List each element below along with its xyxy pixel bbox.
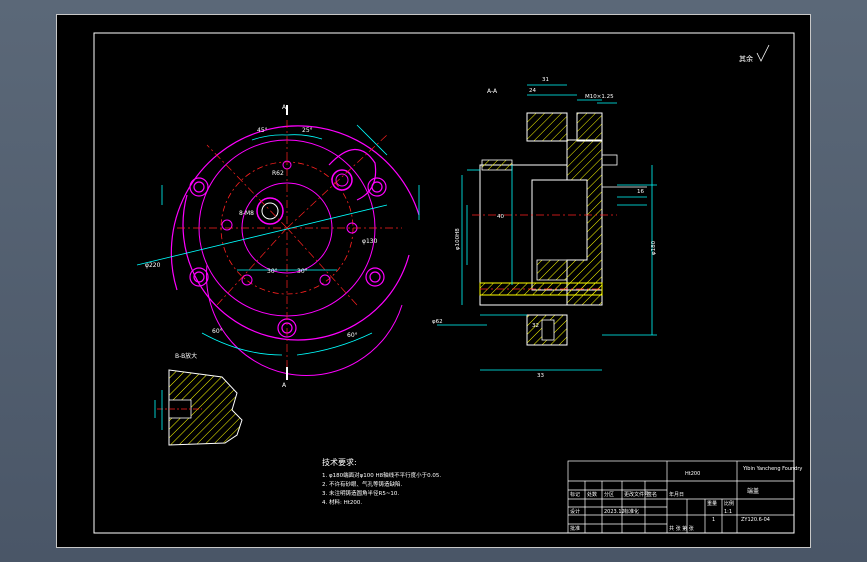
detail-view-bb: B-B放大 — [154, 352, 243, 446]
dim-phi130: φ130 — [362, 238, 378, 245]
dim-angle-60b: 60° — [347, 332, 358, 339]
tb-school: Yibin Yancheng Foundry — [742, 466, 802, 472]
tb-date: 2023.12 — [604, 509, 625, 515]
tech-req-title: 技术要求: — [322, 457, 357, 467]
tb-count: 1 — [712, 517, 715, 523]
tb-row-label-2: 处数 — [587, 491, 597, 498]
dim-m10: M10×1.25 — [585, 94, 614, 100]
tech-req-item-4: 4. 材料: Ht200. — [322, 498, 362, 506]
tech-req-item-2: 2. 不许有砂眼、气孔等铸造缺陷. — [322, 480, 402, 488]
tb-standard: 标准化 — [624, 508, 639, 515]
tb-sheet-info: 共 张 第 张 — [669, 525, 694, 532]
wall-hatch-top — [481, 159, 513, 171]
tb-row-label-3: 分区 — [604, 491, 614, 498]
tech-req-item-3: 3. 未注明铸造圆角半径R5~10. — [322, 489, 399, 497]
dim-phi220: φ220 — [145, 262, 161, 269]
outer-bolt-holes — [189, 177, 387, 338]
lug-hole — [331, 169, 353, 191]
front-view: 45° 25° 30° 30° 60° 60° R62 φ130 φ220 8-… — [136, 104, 420, 389]
dim-angle-25: 25° — [302, 127, 313, 134]
dim-phi180: φ180 — [651, 240, 657, 255]
label-section-bb: B-B放大 — [175, 352, 197, 360]
outer-flange-arc — [170, 125, 420, 291]
dim-31: 31 — [542, 77, 549, 83]
dim-40: 40 — [497, 214, 504, 220]
dim-16: 16 — [637, 189, 644, 195]
lug-hole-inner — [335, 173, 349, 187]
detail-bb-dims — [154, 390, 163, 430]
roughness-symbol: 其余 — [739, 44, 770, 63]
dim-angle-60a: 60° — [212, 328, 223, 335]
top-boss-hatch-2 — [576, 112, 603, 142]
dim-24: 24 — [529, 88, 536, 94]
drawing-sheet: 45° 25° 30° 30° 60° 60° R62 φ130 φ220 8-… — [56, 14, 811, 548]
cad-canvas: 45° 25° 30° 30° 60° 60° R62 φ130 φ220 8-… — [93, 32, 802, 534]
roughness-check-icon — [756, 44, 770, 62]
side-hole — [601, 154, 618, 166]
dim-32: 32 — [532, 323, 539, 329]
tb-row-label-4: 更改文件号 — [624, 491, 649, 498]
tb-part-name: 端盖 — [747, 487, 759, 495]
tb-row-label-5: 签名 — [647, 491, 657, 498]
dim-phi62: φ62 — [432, 319, 443, 325]
dim-33: 33 — [537, 373, 544, 379]
tech-requirements: 技术要求: 1. φ180端面对φ100 H8轴线不平行度小于0.05. 2. … — [322, 457, 441, 506]
tb-row-label-1: 标记 — [570, 491, 580, 498]
label-section-a-bottom: A — [282, 382, 287, 389]
tb-ratio-label: 比例 — [724, 500, 734, 507]
lug-outline — [328, 148, 377, 201]
section-view-aa: A-A 31 24 M10×1.25 40 32 33 16 φ62 φ180 … — [432, 77, 657, 379]
dim-m8: 8-M8 — [239, 210, 254, 217]
tb-approve: 批准 — [570, 525, 580, 532]
dim-r62: R62 — [272, 170, 284, 177]
top-boss-hatch — [526, 112, 568, 142]
tb-weight-label: 重量 — [707, 500, 717, 507]
label-section-aa: A-A — [487, 88, 498, 95]
wall-hatch-mid — [536, 259, 568, 281]
tb-designer: 设计 — [570, 508, 580, 515]
dim-angle-45: 45° — [257, 127, 268, 134]
tb-row-label-6: 年月日 — [669, 491, 684, 498]
tb-material: Ht200 — [685, 471, 700, 477]
tb-scale: 1:1 — [724, 509, 732, 515]
flange-hatch — [566, 139, 603, 306]
dim-phi100: φ100H8 — [455, 228, 461, 250]
bottom-boss-hole — [541, 319, 555, 341]
dim-angle-30b: 30° — [297, 268, 308, 275]
tech-req-item-1: 1. φ180端面对φ100 H8轴线不平行度小于0.05. — [322, 471, 441, 479]
dim-angle-30a: 30° — [267, 268, 278, 275]
roughness-note: 其余 — [739, 54, 753, 63]
tb-drawing-no: ZY120.6-04 — [741, 517, 770, 523]
